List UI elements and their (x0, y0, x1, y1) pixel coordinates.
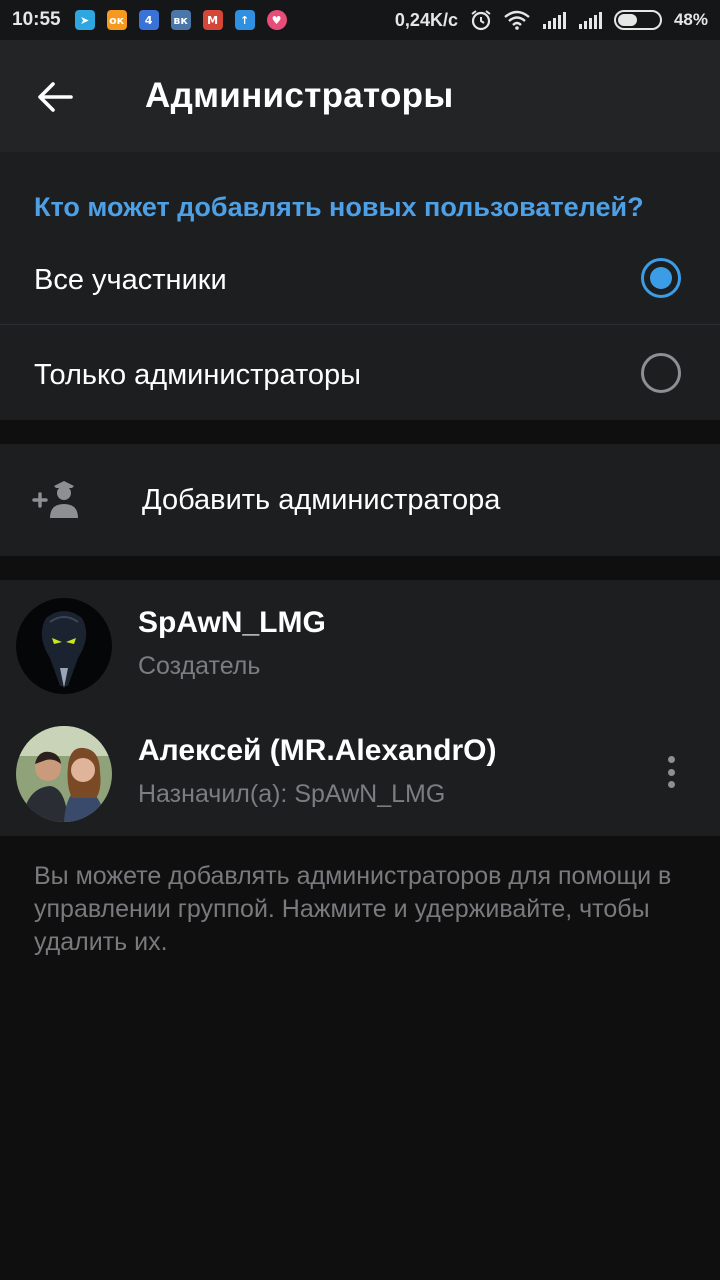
upload-icon: ↑ (234, 10, 255, 30)
alarm-icon (471, 10, 491, 31)
vk-icon: вк (170, 10, 191, 30)
more-vert-icon-dot (667, 756, 675, 763)
admin-role: Создатель (138, 652, 261, 680)
battery-level (617, 14, 638, 26)
page-title: Администраторы (145, 76, 454, 115)
heart-app-icon: ♥ (266, 10, 287, 30)
battery-percent: 48% (673, 10, 708, 29)
list-item-admin[interactable]: SpAwN_LMG Создатель (0, 580, 720, 708)
arrow-left-icon (38, 82, 73, 112)
option-all-members[interactable]: Все участники (0, 230, 720, 326)
odnoklassniki-icon: ок (106, 10, 127, 30)
more-vert-icon-dot (667, 781, 675, 788)
add-admin-label: Добавить администратора (142, 484, 501, 516)
telegram-icon: ➤ (74, 10, 95, 30)
list-item-admin[interactable]: Алексей (MR.AlexandrO) Назначил(а): SpAw… (0, 708, 720, 836)
app-toolbar: Администраторы (0, 40, 720, 152)
more-options-button[interactable] (656, 752, 686, 792)
info-text: Вы можете добавлять администраторов для … (34, 862, 672, 956)
wifi-icon (504, 10, 530, 30)
option-label: Только администраторы (34, 359, 362, 391)
battery-icon (613, 10, 662, 30)
status-time: 10:55 (12, 9, 61, 30)
notification-icons: ➤ ок 4 вк M ↑ ♥ (74, 10, 287, 30)
admin-assigned-by: Назначил(а): SpAwN_LMG (138, 780, 446, 808)
radio-button-selected[interactable] (641, 258, 681, 298)
admin-name: SpAwN_LMG (138, 606, 326, 639)
admin-name: Алексей (MR.AlexandrO) (138, 734, 497, 767)
signal-icon-1 (542, 12, 566, 29)
status-bar: 10:55 ➤ ок 4 вк M ↑ ♥ 0,24K/c 48% (0, 0, 720, 40)
back-button[interactable] (30, 72, 80, 122)
add-admin-button[interactable]: Добавить администратора (0, 444, 720, 556)
section-header: Кто может добавлять новых пользователей? (34, 192, 644, 222)
news-icon: 4 (138, 10, 159, 30)
option-label: Все участники (34, 264, 227, 296)
add-admin-icon (32, 481, 78, 518)
more-vert-icon-dot (667, 768, 675, 776)
avatar (16, 598, 112, 694)
option-admins-only[interactable]: Только администраторы (0, 325, 720, 421)
signal-icon-2 (578, 12, 602, 29)
admins-list: SpAwN_LMG Создатель Алексей (MR.Alexandr… (0, 580, 720, 836)
avatar (16, 726, 112, 822)
network-speed: 0,24K/c (394, 9, 458, 30)
status-right: 0,24K/c 48% (395, 9, 708, 31)
gmail-icon: M (202, 10, 223, 30)
who-can-add-section: Кто может добавлять новых пользователей?… (0, 152, 720, 420)
radio-button[interactable] (641, 353, 681, 393)
